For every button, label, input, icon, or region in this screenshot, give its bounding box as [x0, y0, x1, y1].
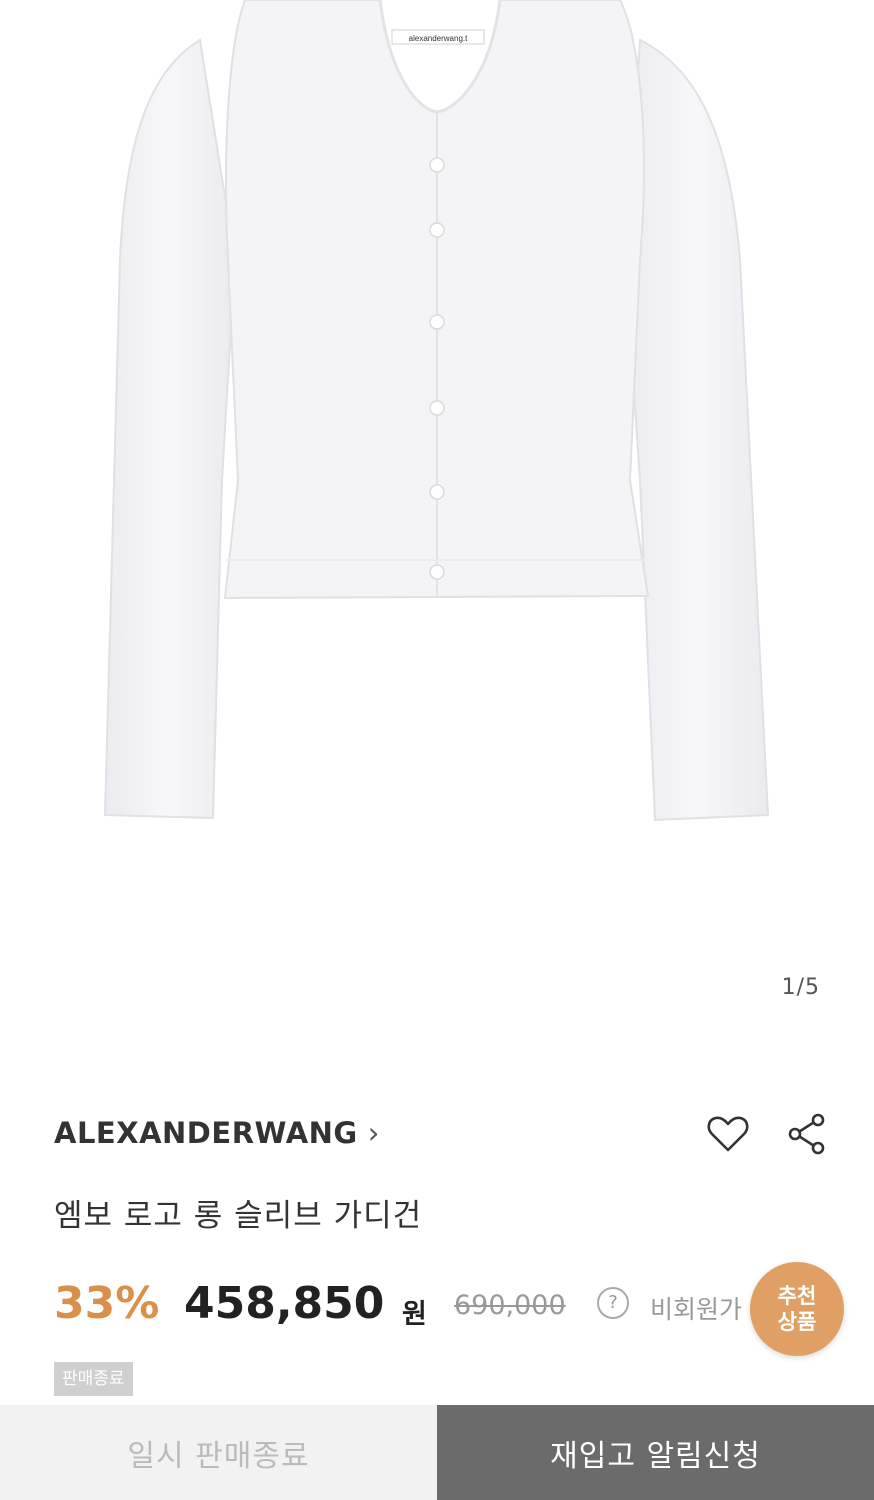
brand-row: ALEXANDERWANG ›: [54, 1110, 834, 1158]
product-page: alexanderwang.t 1/5 ALEXANDERWANG › 엠보 로고…: [0, 0, 874, 1500]
sold-out-button[interactable]: 일시 판매종료: [0, 1405, 437, 1500]
original-price: 690,000: [454, 1290, 566, 1321]
product-image: alexanderwang.t: [103, 0, 770, 822]
bottom-action-bar: 일시 판매종료 재입고 알림신청: [0, 1405, 874, 1500]
share-icon: [788, 1113, 825, 1155]
recommend-label-line1: 추천: [777, 1284, 817, 1308]
status-badge: 판매종료: [54, 1362, 133, 1396]
product-image-gallery[interactable]: alexanderwang.t 1/5: [0, 0, 874, 1040]
wishlist-button[interactable]: [704, 1110, 752, 1158]
share-button[interactable]: [782, 1110, 830, 1158]
recommend-button[interactable]: 추천 상품: [750, 1262, 844, 1356]
brand-name: ALEXANDERWANG: [54, 1116, 358, 1150]
currency-unit: 원: [402, 1299, 427, 1330]
heart-icon: [707, 1116, 749, 1152]
sale-price: 458,850: [184, 1278, 385, 1329]
brand-link[interactable]: ALEXANDERWANG ›: [54, 1116, 380, 1150]
recommend-label-line2: 상품: [777, 1310, 817, 1334]
image-counter: 1/5: [781, 975, 820, 1000]
neck-label-text: alexanderwang.t: [409, 34, 468, 43]
discount-rate: 33%: [54, 1278, 160, 1329]
member-price-label: 비회원가: [650, 1295, 743, 1324]
price-help-icon[interactable]: ?: [597, 1287, 629, 1319]
product-title: 엠보 로고 롱 슬리브 가디건: [54, 1198, 423, 1234]
chevron-right-icon: ›: [367, 1116, 380, 1150]
restock-alert-button[interactable]: 재입고 알림신청: [437, 1405, 874, 1500]
